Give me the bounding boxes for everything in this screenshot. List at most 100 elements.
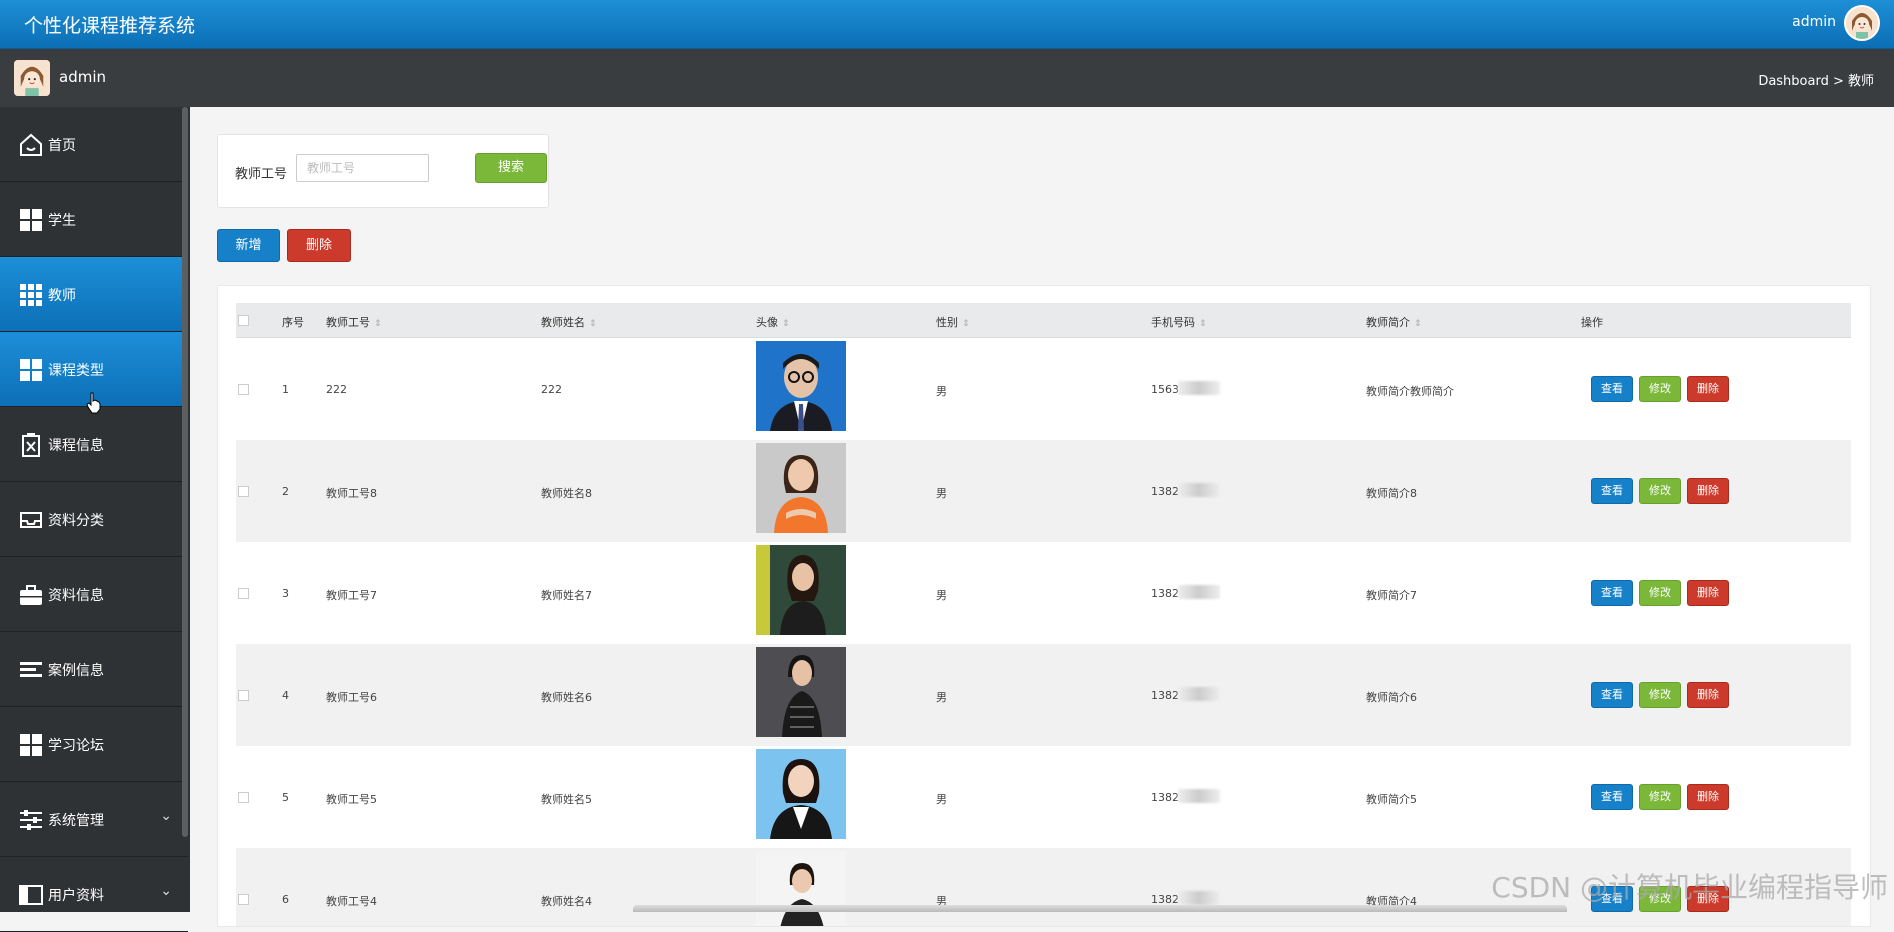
delete-button[interactable]: 删除: [287, 229, 351, 262]
watermark: CSDN @计算机毕业编程指导师: [1491, 871, 1888, 904]
top-username[interactable]: admin: [1792, 14, 1836, 30]
sidebar-item-label: 学习论坛: [48, 738, 104, 754]
bottom-overlay-edge: [633, 905, 1567, 912]
chevron-down-icon: ⌄: [160, 808, 172, 824]
row-checkbox[interactable]: [238, 588, 249, 599]
column-header-sortable[interactable]: 头像 ⇕: [756, 314, 790, 330]
cell-teacher-id: 教师工号7: [326, 589, 377, 602]
column-header-sortable[interactable]: 教师工号 ⇕: [326, 314, 382, 330]
column-header: 操作: [1581, 316, 1603, 329]
sidebar-scrollbar[interactable]: [182, 107, 188, 837]
cell-teacher-id: 教师工号4: [326, 895, 377, 908]
column-header-sortable[interactable]: 手机号码 ⇕: [1151, 314, 1207, 330]
row-delete-button[interactable]: 删除: [1687, 376, 1729, 402]
row-delete-button[interactable]: 删除: [1687, 784, 1729, 810]
row-checkbox[interactable]: [238, 384, 249, 395]
sort-icon[interactable]: ⇕: [1414, 319, 1422, 329]
sidebar-item-students[interactable]: 学生: [0, 182, 188, 257]
sidebar-item-label: 学生: [48, 213, 76, 229]
teacher-photo: [756, 443, 846, 533]
row-checkbox[interactable]: [238, 690, 249, 701]
cell-teacher-name: 教师姓名6: [541, 691, 592, 704]
phone-redacted: [1178, 891, 1220, 905]
table-header: 序号 教师工号 ⇕ 教师姓名 ⇕ 头像 ⇕ 性别 ⇕ 手机号码 ⇕ 教师简介 ⇕ 操作: [236, 303, 1851, 338]
edit-button[interactable]: 修改: [1639, 478, 1681, 504]
column-label: 性别: [936, 316, 958, 329]
sidebar-item-material-info[interactable]: 资料信息: [0, 557, 188, 632]
row-delete-button[interactable]: 删除: [1687, 478, 1729, 504]
cell-intro: 教师简介5: [1366, 793, 1417, 806]
teacher-photo: [756, 341, 846, 431]
sort-icon[interactable]: ⇕: [589, 319, 597, 329]
sort-icon[interactable]: ⇕: [782, 319, 790, 329]
photo-woman-white-bg-icon: [756, 851, 846, 926]
top-avatar[interactable]: [1844, 5, 1880, 41]
edit-button[interactable]: 修改: [1639, 682, 1681, 708]
cell-teacher-name: 教师姓名4: [541, 895, 592, 908]
select-all-checkbox[interactable]: [238, 315, 249, 326]
row-checkbox[interactable]: [238, 894, 249, 905]
column-label: 教师姓名: [541, 316, 585, 329]
phone-redacted: [1178, 687, 1220, 701]
teacher-photo: [756, 851, 846, 926]
breadcrumb[interactable]: Dashboard > 教师: [1758, 70, 1874, 89]
view-button[interactable]: 查看: [1591, 376, 1633, 402]
teacher-photo: [756, 545, 846, 635]
edit-button[interactable]: 修改: [1639, 580, 1681, 606]
photo-man-glasses-icon: [756, 341, 846, 431]
row-checkbox[interactable]: [238, 792, 249, 803]
cell-intro: 教师简介6: [1366, 691, 1417, 704]
grid-icon: [20, 734, 42, 756]
cell-teacher-id: 222: [326, 383, 347, 396]
cell-no: 1: [282, 383, 289, 396]
grid-icon: [20, 359, 42, 381]
search-label: 教师工号: [235, 167, 288, 182]
cell-no: 6: [282, 893, 289, 906]
sidebar-username: admin: [59, 68, 106, 86]
photo-woman-striped-icon: [756, 647, 846, 737]
search-input[interactable]: [296, 154, 429, 182]
sidebar-item-course-info[interactable]: 课程信息: [0, 407, 188, 482]
cell-no: 2: [282, 485, 289, 498]
row-checkbox[interactable]: [238, 486, 249, 497]
sidebar-item-home[interactable]: 首页: [0, 107, 188, 182]
view-button[interactable]: 查看: [1591, 784, 1633, 810]
cell-no: 4: [282, 689, 289, 702]
inbox-icon: [20, 512, 42, 528]
top-bar: 个性化课程推荐系统 admin: [0, 0, 1894, 49]
search-button[interactable]: 搜索: [475, 153, 547, 183]
table-row: 2 教师工号8 教师姓名8 男 1382 教师简介8 查看 修改 删除: [236, 440, 1851, 542]
row-delete-button[interactable]: 删除: [1687, 682, 1729, 708]
edit-button[interactable]: 修改: [1639, 376, 1681, 402]
cell-phone: 1382: [1151, 791, 1179, 804]
sidebar-item-system[interactable]: 系统管理 ⌄: [0, 782, 188, 857]
view-button[interactable]: 查看: [1591, 682, 1633, 708]
user-card-icon: [19, 885, 43, 905]
view-button[interactable]: 查看: [1591, 478, 1633, 504]
sidebar-item-case-info[interactable]: 案例信息: [0, 632, 188, 707]
phone-redacted: [1178, 483, 1220, 497]
view-button[interactable]: 查看: [1591, 580, 1633, 606]
teacher-table: 序号 教师工号 ⇕ 教师姓名 ⇕ 头像 ⇕ 性别 ⇕ 手机号码 ⇕ 教师简介 ⇕ 操作 1 …: [217, 285, 1871, 927]
cell-no: 5: [282, 791, 289, 804]
edit-button[interactable]: 修改: [1639, 784, 1681, 810]
avatar-face-icon: [14, 60, 50, 96]
cell-phone: 1382: [1151, 587, 1179, 600]
add-button[interactable]: 新增: [217, 229, 280, 262]
column-header-sortable[interactable]: 教师简介 ⇕: [1366, 314, 1422, 330]
row-delete-button[interactable]: 删除: [1687, 580, 1729, 606]
column-header: 序号: [282, 316, 304, 329]
column-header-sortable[interactable]: 性别 ⇕: [936, 314, 970, 330]
sidebar-item-forum[interactable]: 学习论坛: [0, 707, 188, 782]
chevron-down-icon: ⌄: [160, 883, 172, 899]
table-row: 3 教师工号7 教师姓名7 男 1382 教师简介7 查看 修改 删除: [236, 542, 1851, 644]
sidebar-item-user-profile[interactable]: 用户资料 ⌄: [0, 857, 188, 932]
sort-icon[interactable]: ⇕: [1199, 319, 1207, 329]
sort-icon[interactable]: ⇕: [962, 319, 970, 329]
sidebar-item-teachers[interactable]: 教师: [0, 257, 188, 332]
sidebar-item-material-category[interactable]: 资料分类: [0, 482, 188, 557]
cell-teacher-name: 教师姓名7: [541, 589, 592, 602]
avatar-face-icon: [1846, 7, 1878, 39]
sort-icon[interactable]: ⇕: [374, 319, 382, 329]
column-header-sortable[interactable]: 教师姓名 ⇕: [541, 314, 597, 330]
